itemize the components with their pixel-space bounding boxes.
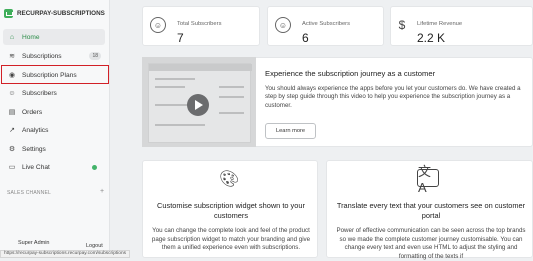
sidebar-item-label: Subscribers [22,89,57,97]
feature-description: You can change the complete look and fee… [151,227,311,252]
user-icon: ☺ [150,17,166,33]
sidebar-item-analytics[interactable]: ↗ Analytics [3,122,105,138]
sidebar-item-label: Subscriptions [22,52,62,60]
translate-icon: 文A [417,164,439,195]
online-status-dot [92,165,97,170]
stat-value: 2.2 K [417,31,446,45]
preview-line [219,112,244,114]
sidebar-item-label: Orders [22,108,43,116]
learn-more-button[interactable]: Learn more [265,123,316,139]
journey-title: Experience the subscription journey as a… [265,69,436,78]
gear-icon: ⚙ [8,145,16,153]
stat-card-lifetime-revenue: $ Lifetime Revenue 2.2 K [390,6,533,46]
preview-line [155,104,190,106]
sidebar-item-live-chat[interactable]: ▭ Live Chat [3,159,105,175]
stat-label: Active Subscribers [302,21,351,27]
feature-title: Customise subscription widget shown to y… [157,201,305,220]
app-brand[interactable]: RECURPAY-SUBSCRIPTIONS [4,9,105,18]
dollar-icon: $ [398,18,406,32]
video-preview-header [149,64,252,71]
sidebar-item-label: Home [22,33,40,41]
sidebar-item-orders[interactable]: ▤ Orders [3,104,105,120]
chat-icon: ▭ [8,163,16,171]
home-icon: ⌂ [9,33,15,41]
stat-value: 6 [302,31,309,45]
stat-card-active-subscribers: ☺ Active Subscribers 6 [267,6,384,46]
analytics-icon: ↗ [9,126,15,134]
preview-line [155,78,195,80]
logout-button[interactable]: Logout [86,243,103,249]
preview-line [155,86,185,88]
app-title: RECURPAY-SUBSCRIPTIONS [17,10,105,17]
preview-line [219,96,244,98]
stat-label: Total Subscribers [177,21,222,27]
highlight-box [1,65,109,84]
sidebar-item-home[interactable]: ⌂ Home [3,29,105,45]
app-logo-icon [4,9,13,18]
journey-description: You should always experience the apps be… [265,85,521,109]
play-icon[interactable] [187,94,209,116]
user-name: Super Admin [18,240,50,246]
sidebar-item-settings[interactable]: ⚙ Settings [3,141,105,157]
feature-card-translate: 文A Translate every text that your custom… [326,160,533,260]
sidebar-item-label: Analytics [22,126,49,134]
sidebar-item-label: Live Chat [22,163,50,171]
sidebar: RECURPAY-SUBSCRIPTIONS ⌂ Home ≋ Subscrip… [0,0,110,258]
sidebar-item-subscribers[interactable]: ☺ Subscribers [3,85,105,101]
layers-icon: ≋ [9,52,15,60]
users-icon: ☺ [8,89,16,97]
preview-line [155,124,205,126]
sales-channel-label: SALES CHANNEL [7,190,52,196]
palette-icon: 🎨︎ [219,171,240,188]
sidebar-item-label: Settings [22,145,46,153]
feature-card-widget: 🎨︎ Customise subscription widget shown t… [142,160,318,258]
preview-line [219,86,244,88]
status-bar-url: https://recurpay-subscriptions.recurpay.… [0,250,131,258]
add-sales-channel-button[interactable]: + [100,188,104,195]
feature-description: Power of effective communication can be … [336,227,526,260]
user-icon: ☺ [275,17,291,33]
stat-value: 7 [177,31,184,45]
stat-label: Lifetime Revenue [417,21,463,27]
stat-card-total-subscribers: ☺ Total Subscribers 7 [142,6,260,46]
orders-icon: ▤ [8,108,16,116]
sidebar-item-subscriptions[interactable]: ≋ Subscriptions 18 [3,48,105,64]
feature-title: Translate every text that your customers… [336,201,526,220]
subscriptions-count-badge: 18 [89,52,101,60]
